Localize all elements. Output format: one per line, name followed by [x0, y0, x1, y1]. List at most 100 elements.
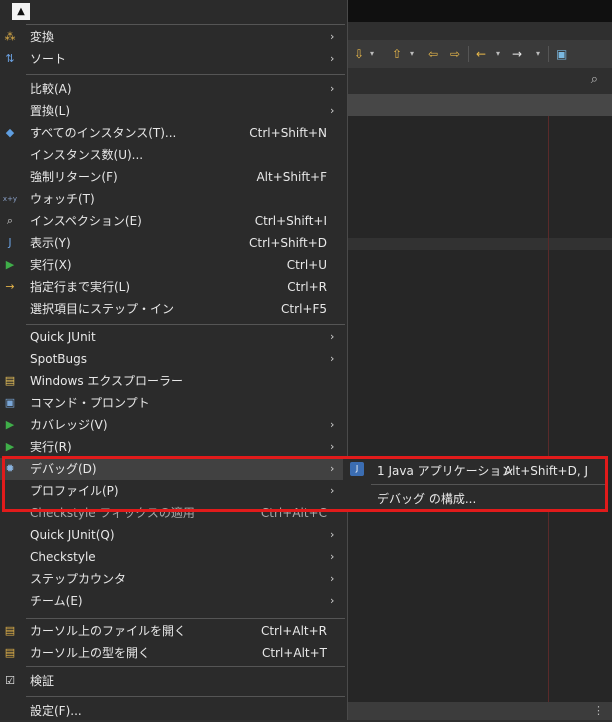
- menu-item-checkstyle-fix[interactable]: Checkstyle フィックスの適用 Ctrl+Alt+C: [0, 502, 347, 524]
- folder-icon: ▤: [4, 374, 16, 387]
- menu-separator: [26, 666, 345, 667]
- new-window-icon[interactable]: ▣: [556, 46, 567, 62]
- menu-item-command-prompt[interactable]: ▣ コマンド・プロンプト: [0, 392, 347, 414]
- submenu-arrow-icon: ›: [330, 462, 335, 475]
- menu-item-label: 実行(R): [30, 440, 72, 454]
- menu-item-quick-junit-q[interactable]: Quick JUnit(Q) ›: [0, 524, 347, 546]
- menu-item-watch[interactable]: x+y ウォッチ(T): [0, 188, 347, 210]
- menu-item-quick-junit[interactable]: Quick JUnit ›: [0, 326, 347, 348]
- submenu-separator: [371, 484, 606, 485]
- menu-item-execute[interactable]: ▶ 実行(X) Ctrl+U: [0, 254, 347, 276]
- editor-area[interactable]: [348, 116, 612, 702]
- submenu-item-label: デバッグ の構成...: [377, 492, 477, 506]
- menu-item-label: コマンド・プロンプト: [30, 396, 150, 410]
- menu-item-display[interactable]: J 表示(Y) Ctrl+Shift+D: [0, 232, 347, 254]
- scroll-up-icon[interactable]: ▲: [12, 3, 30, 20]
- menu-item-replace[interactable]: 置換(L) ›: [0, 100, 347, 122]
- menu-item-label: ステップカウンタ: [30, 572, 127, 586]
- dropdown-arrow-icon[interactable]: ▾: [536, 46, 540, 62]
- menu-item-validate[interactable]: ☑ 検証: [0, 670, 347, 692]
- forward-nav-icon[interactable]: ⇨: [450, 46, 460, 62]
- menu-item-label: カバレッジ(V): [30, 418, 108, 432]
- submenu-arrow-icon: ›: [330, 550, 335, 563]
- menu-scroll-header: ▲: [0, 0, 347, 24]
- menu-item-coverage[interactable]: ▶ カバレッジ(V) ›: [0, 414, 347, 436]
- menu-item-all-instances[interactable]: ◆ すべてのインスタンス(T)... Ctrl+Shift+N: [0, 122, 347, 144]
- menu-item-shortcut: Ctrl+Shift+D: [249, 236, 327, 250]
- step-into-icon[interactable]: ⇩: [354, 46, 364, 62]
- submenu-arrow-icon: ›: [330, 594, 335, 607]
- menu-item-run[interactable]: ▶ 実行(R) ›: [0, 436, 347, 458]
- editor-tab-strip: [348, 94, 612, 116]
- menu-item-label: 指定行まで実行(L): [30, 280, 131, 294]
- toolbar-separator: [468, 46, 469, 62]
- menu-separator: [26, 696, 345, 697]
- submenu-arrow-icon: ›: [330, 52, 335, 65]
- menu-item-sort[interactable]: ⇅ ソート ›: [0, 48, 347, 70]
- step-over-icon[interactable]: ⇧: [392, 46, 402, 62]
- menu-item-convert[interactable]: ⁂ 変換 ›: [0, 26, 347, 48]
- checkbox-icon: ☑: [5, 674, 15, 687]
- ide-search-row: ⌕: [348, 68, 612, 94]
- menu-item-label: すべてのインスタンス(T)...: [30, 126, 177, 140]
- menu-separator: [26, 24, 345, 25]
- dropdown-arrow-icon[interactable]: ▾: [370, 46, 374, 62]
- submenu-arrow-icon: ›: [330, 440, 335, 453]
- convert-icon: ⁂: [4, 30, 16, 43]
- menu-item-run-to-line[interactable]: → 指定行まで実行(L) Ctrl+R: [0, 276, 347, 298]
- menu-item-force-return[interactable]: 強制リターン(F) Alt+Shift+F: [0, 166, 347, 188]
- debug-submenu: J 1 Java アプリケーション Alt+Shift+D, J デバッグ の構…: [343, 456, 608, 512]
- menu-item-shortcut: Alt+Shift+F: [256, 170, 327, 184]
- menu-separator: [26, 74, 345, 75]
- menu-item-instance-count[interactable]: インスタンス数(U)...: [0, 144, 347, 166]
- submenu-item-debug-configurations[interactable]: デバッグ の構成...: [343, 486, 608, 510]
- back-arrow-icon[interactable]: ←: [476, 46, 486, 62]
- menu-item-label: 設定(F)...: [30, 704, 82, 718]
- menu-item-step-into-selection[interactable]: 選択項目にステップ・イン Ctrl+F5: [0, 298, 347, 320]
- debug-icon: ✹: [5, 462, 15, 475]
- menu-item-compare[interactable]: 比較(A) ›: [0, 78, 347, 100]
- submenu-item-shortcut: Alt+Shift+D, J: [503, 464, 588, 478]
- submenu-item-java-application[interactable]: J 1 Java アプリケーション Alt+Shift+D, J: [343, 458, 608, 482]
- more-options-icon[interactable]: ⋮: [593, 704, 604, 717]
- menu-item-spotbugs[interactable]: SpotBugs ›: [0, 348, 347, 370]
- menu-item-label: チーム(E): [30, 594, 83, 608]
- dropdown-arrow-icon[interactable]: ▾: [496, 46, 500, 62]
- menu-item-open-file-at-cursor[interactable]: ▤ カーソル上のファイルを開く Ctrl+Alt+R: [0, 620, 347, 642]
- forward-arrow-icon[interactable]: →: [512, 46, 522, 62]
- menu-item-shortcut: Ctrl+Shift+N: [249, 126, 327, 140]
- editor-current-line: [348, 238, 612, 250]
- search-icon[interactable]: ⌕: [591, 72, 598, 87]
- menu-item-shortcut: Ctrl+Alt+C: [260, 506, 327, 520]
- back-nav-icon[interactable]: ⇦: [428, 46, 438, 62]
- menu-item-label: Checkstyle フィックスの適用: [30, 506, 195, 520]
- menu-item-shortcut: Ctrl+R: [287, 280, 327, 294]
- menu-item-windows-explorer[interactable]: ▤ Windows エクスプローラー: [0, 370, 347, 392]
- menu-item-step-counter[interactable]: ステップカウンタ ›: [0, 568, 347, 590]
- menu-item-debug[interactable]: ✹ デバッグ(D) ›: [0, 458, 347, 480]
- dropdown-arrow-icon[interactable]: ▾: [410, 46, 414, 62]
- submenu-arrow-icon: ›: [330, 330, 335, 343]
- menu-item-label: インスタンス数(U)...: [30, 148, 144, 162]
- coverage-icon: ▶: [5, 418, 15, 431]
- menu-item-label: Quick JUnit(Q): [30, 528, 115, 542]
- menu-item-checkstyle[interactable]: Checkstyle ›: [0, 546, 347, 568]
- menu-item-label: ソート: [30, 52, 67, 66]
- menu-item-team[interactable]: チーム(E) ›: [0, 590, 347, 612]
- open-file-icon: ▤: [4, 624, 16, 637]
- inspect-icon: ⌕: [6, 214, 14, 227]
- menu-item-shortcut: Ctrl+F5: [281, 302, 327, 316]
- menu-separator: [26, 618, 345, 619]
- menu-item-inspect[interactable]: ⌕ インスペクション(E) Ctrl+Shift+I: [0, 210, 347, 232]
- context-menu: ▲ ⁂ 変換 › ⇅ ソート › 比較(A) › 置換(L) › ◆ すべてのインスタンス(T)...…: [0, 0, 348, 720]
- menu-item-label: プロファイル(P): [30, 484, 119, 498]
- menu-item-settings[interactable]: 設定(F)...: [0, 700, 347, 722]
- menu-item-open-type-at-cursor[interactable]: ▤ カーソル上の型を開く Ctrl+Alt+T: [0, 642, 347, 664]
- menu-item-profile[interactable]: プロファイル(P) ›: [0, 480, 347, 502]
- submenu-arrow-icon: ›: [330, 82, 335, 95]
- run-icon: ▶: [5, 440, 15, 453]
- submenu-item-label: 1 Java アプリケーション: [377, 464, 514, 478]
- menu-item-label: 選択項目にステップ・イン: [30, 302, 175, 316]
- display-icon: J: [8, 236, 12, 249]
- open-type-icon: ▤: [4, 646, 16, 659]
